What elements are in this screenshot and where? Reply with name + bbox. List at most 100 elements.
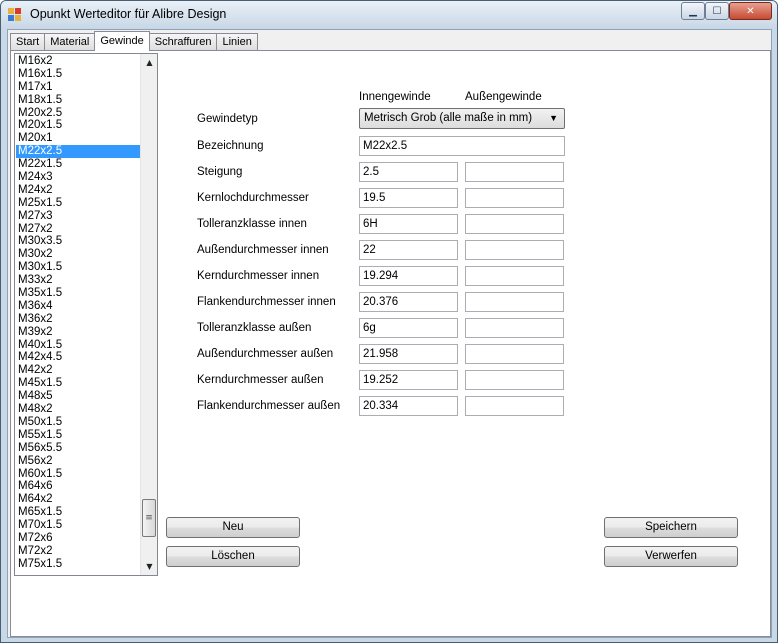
inner-value-field[interactable]: 2.5 xyxy=(359,162,458,182)
list-item[interactable]: M20x2.5 xyxy=(16,107,141,120)
verwerfen-button[interactable]: Verwerfen xyxy=(604,546,738,567)
row-label: Flankendurchmesser innen xyxy=(197,296,336,308)
tab-strip: Start Material Gewinde Schraffuren Linie… xyxy=(10,31,258,51)
tab-material[interactable]: Material xyxy=(44,33,96,51)
list-item[interactable]: M36x2 xyxy=(16,313,141,326)
tab-page-gewinde: M16x2 M16x1.5 M17x1 M18x1.5 M20x2.5 M20x1.5 M2… xyxy=(10,50,771,637)
list-item[interactable]: M16x1.5 xyxy=(16,68,141,81)
list-item[interactable]: M24x3 xyxy=(16,171,141,184)
inner-value-field[interactable]: 19.294 xyxy=(359,266,458,286)
inner-value-field[interactable]: 6g xyxy=(359,318,458,338)
outer-value-field[interactable] xyxy=(465,188,564,208)
close-button[interactable]: ✕ xyxy=(729,2,772,20)
list-item[interactable]: M64x6 xyxy=(16,480,141,493)
list-item[interactable]: M72x2 xyxy=(16,545,141,558)
tab-linien[interactable]: Linien xyxy=(216,33,258,51)
list-item[interactable]: M27x3 xyxy=(16,210,141,223)
row-label: Tolleranzklasse innen xyxy=(197,218,307,230)
list-item[interactable]: M40x1.5 xyxy=(16,339,141,352)
list-item[interactable]: M72x6 xyxy=(16,532,141,545)
list-item[interactable]: M65x1.5 xyxy=(16,506,141,519)
tab-start[interactable]: Start xyxy=(10,33,46,51)
row-label: Kernlochdurchmesser xyxy=(197,192,309,204)
list-item[interactable]: M30x3.5 xyxy=(16,235,141,248)
inner-value-field[interactable]: 19.252 xyxy=(359,370,458,390)
row-label: Außendurchmesser innen xyxy=(197,244,329,256)
gewindetyp-label: Gewindetyp xyxy=(197,113,258,125)
inner-value-field[interactable]: 6H xyxy=(359,214,458,234)
list-item[interactable]: M50x1.5 xyxy=(16,416,141,429)
list-item[interactable]: M18x1.5 xyxy=(16,94,141,107)
outer-value-field[interactable] xyxy=(465,318,564,338)
minimize-button[interactable]: ▁ xyxy=(681,2,705,20)
list-scrollbar[interactable]: ▲ ≡ ▼ xyxy=(140,54,157,575)
column-header-outer: Außengewinde xyxy=(465,91,542,103)
list-item[interactable]: M22x2.5 xyxy=(16,145,141,159)
gewindetyp-value: Metrisch Grob (alle maße in mm) xyxy=(364,112,533,124)
outer-value-field[interactable] xyxy=(465,266,564,286)
list-item[interactable]: M56x2 xyxy=(16,455,141,468)
outer-value-field[interactable] xyxy=(465,370,564,390)
inner-value-field[interactable]: 20.334 xyxy=(359,396,458,416)
outer-value-field[interactable] xyxy=(465,344,564,364)
list-item[interactable]: M36x4 xyxy=(16,300,141,313)
list-item[interactable]: M20x1 xyxy=(16,132,141,145)
gewindetyp-dropdown[interactable]: Metrisch Grob (alle maße in mm) ▼ xyxy=(359,108,565,129)
list-item[interactable]: M56x5.5 xyxy=(16,442,141,455)
list-item[interactable]: M48x5 xyxy=(16,390,141,403)
app-window: Opunkt Werteditor für Alibre Design ▁ ☐ … xyxy=(0,0,778,643)
tab-gewinde[interactable]: Gewinde xyxy=(94,31,150,51)
list-item[interactable]: M75x1.5 xyxy=(16,558,141,571)
list-item[interactable]: M35x1.5 xyxy=(16,287,141,300)
list-item[interactable]: M30x2 xyxy=(16,248,141,261)
row-label: Kerndurchmesser innen xyxy=(197,270,320,282)
scroll-down-icon[interactable]: ▼ xyxy=(141,558,157,575)
list-item[interactable]: M17x1 xyxy=(16,81,141,94)
list-item[interactable]: M60x1.5 xyxy=(16,468,141,481)
title-bar[interactable]: Opunkt Werteditor für Alibre Design ▁ ☐ … xyxy=(1,1,777,29)
thread-listbox[interactable]: M16x2 M16x1.5 M17x1 M18x1.5 M20x2.5 M20x1.5 M2… xyxy=(14,53,158,576)
outer-value-field[interactable] xyxy=(465,162,564,182)
row-label: Kerndurchmesser außen xyxy=(197,374,324,386)
bezeichnung-field[interactable]: M22x2.5 xyxy=(359,136,565,156)
neu-button[interactable]: Neu xyxy=(166,517,300,538)
scroll-thumb[interactable]: ≡ xyxy=(142,499,156,537)
list-item[interactable]: M39x2 xyxy=(16,326,141,339)
minimize-icon: ▁ xyxy=(689,5,697,17)
window-title: Opunkt Werteditor für Alibre Design xyxy=(30,7,227,21)
app-icon xyxy=(8,8,22,22)
inner-value-field[interactable]: 19.5 xyxy=(359,188,458,208)
list-item[interactable]: M45x1.5 xyxy=(16,377,141,390)
list-item[interactable]: M30x1.5 xyxy=(16,261,141,274)
outer-value-field[interactable] xyxy=(465,214,564,234)
scroll-up-icon[interactable]: ▲ xyxy=(141,54,157,71)
list-item[interactable]: M24x2 xyxy=(16,184,141,197)
speichern-button[interactable]: Speichern xyxy=(604,517,738,538)
outer-value-field[interactable] xyxy=(465,292,564,312)
thread-list-items: M16x2 M16x1.5 M17x1 M18x1.5 M20x2.5 M20x1.5 M2… xyxy=(16,55,141,571)
maximize-icon: ☐ xyxy=(712,5,722,17)
list-item[interactable]: M27x2 xyxy=(16,223,141,236)
dropdown-arrow-icon: ▼ xyxy=(549,113,558,123)
list-item[interactable]: M64x2 xyxy=(16,493,141,506)
inner-value-field[interactable]: 21.958 xyxy=(359,344,458,364)
list-item[interactable]: M48x2 xyxy=(16,403,141,416)
list-item[interactable]: M55x1.5 xyxy=(16,429,141,442)
list-item[interactable]: M25x1.5 xyxy=(16,197,141,210)
maximize-button[interactable]: ☐ xyxy=(705,2,729,20)
list-item[interactable]: M42x4.5 xyxy=(16,351,141,364)
outer-value-field[interactable] xyxy=(465,396,564,416)
outer-value-field[interactable] xyxy=(465,240,564,260)
list-item[interactable]: M20x1.5 xyxy=(16,119,141,132)
client-area: Start Material Gewinde Schraffuren Linie… xyxy=(7,29,772,638)
list-item[interactable]: M16x2 xyxy=(16,55,141,68)
list-item[interactable]: M33x2 xyxy=(16,274,141,287)
inner-value-field[interactable]: 20.376 xyxy=(359,292,458,312)
list-item[interactable]: M70x1.5 xyxy=(16,519,141,532)
row-label: Flankendurchmesser außen xyxy=(197,400,341,412)
inner-value-field[interactable]: 22 xyxy=(359,240,458,260)
loeschen-button[interactable]: Löschen xyxy=(166,546,300,567)
tab-schraffuren[interactable]: Schraffuren xyxy=(148,33,218,51)
list-item[interactable]: M42x2 xyxy=(16,364,141,377)
list-item[interactable]: M22x1.5 xyxy=(16,158,141,171)
